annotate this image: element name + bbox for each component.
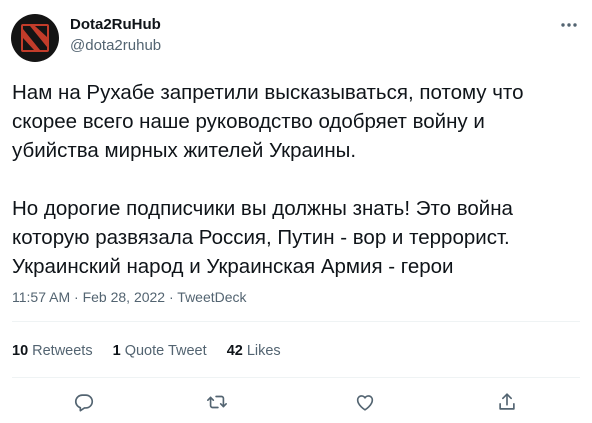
quotes-stat[interactable]: 1 Quote Tweet [113, 343, 207, 359]
avatar[interactable] [11, 14, 59, 62]
meta-separator: · [74, 289, 79, 305]
tweet-text: Нам на Рухабе запретили высказываться, п… [12, 78, 584, 281]
likes-stat[interactable]: 42 Likes [227, 343, 281, 359]
divider [12, 377, 580, 378]
quotes-count: 1 [112, 343, 121, 359]
likes-label: Likes [246, 343, 281, 359]
tweet-card: Dota2RuHub @dota2ruhub Нам на Рухабе зап… [0, 0, 592, 423]
retweets-label: Retweets [32, 343, 93, 359]
tweet-line: убийства мирных жителей Украины. [12, 139, 357, 162]
share-icon[interactable] [492, 387, 522, 417]
author-name[interactable]: Dota2RuHub [70, 16, 161, 33]
tweet-line: Но дорогие подписчики вы должны знать! Э… [12, 197, 513, 220]
tweet-time[interactable]: 11:57 AM [12, 289, 70, 305]
like-icon[interactable] [350, 387, 380, 417]
tweet-source[interactable]: TweetDeck [177, 289, 246, 305]
tweet-meta: 11:57 AM · Feb 28, 2022 · TweetDeck [12, 289, 247, 305]
reply-icon[interactable] [69, 387, 99, 417]
likes-count: 42 [226, 343, 243, 359]
author-handle[interactable]: @dota2ruhub [70, 37, 161, 54]
retweets-stat[interactable]: 10 Retweets [12, 343, 93, 359]
tweet-line: Нам на Рухабе запретили высказываться, п… [12, 81, 524, 104]
retweet-icon[interactable] [202, 387, 232, 417]
tweet-line: которую развязала Россия, Путин - вор и … [12, 226, 510, 249]
retweets-count: 10 [12, 343, 29, 359]
tweet-paragraph: Но дорогие подписчики вы должны знать! Э… [12, 194, 584, 281]
action-bar [0, 387, 592, 417]
dota2-logo-icon [21, 24, 49, 52]
divider [12, 321, 580, 322]
meta-separator: · [168, 289, 174, 305]
tweet-line: Украинский народ и Украинская Армия - ге… [12, 255, 454, 278]
more-icon[interactable] [558, 14, 580, 36]
tweet-line: скорее всего наше руководство одобряет в… [12, 110, 485, 133]
tweet-stats: 10 Retweets 1 Quote Tweet 42 Likes [12, 343, 297, 359]
tweet-date[interactable]: Feb 28, 2022 [83, 289, 166, 305]
tweet-paragraph: Нам на Рухабе запретили высказываться, п… [12, 78, 584, 165]
quotes-label: Quote Tweet [124, 343, 207, 359]
